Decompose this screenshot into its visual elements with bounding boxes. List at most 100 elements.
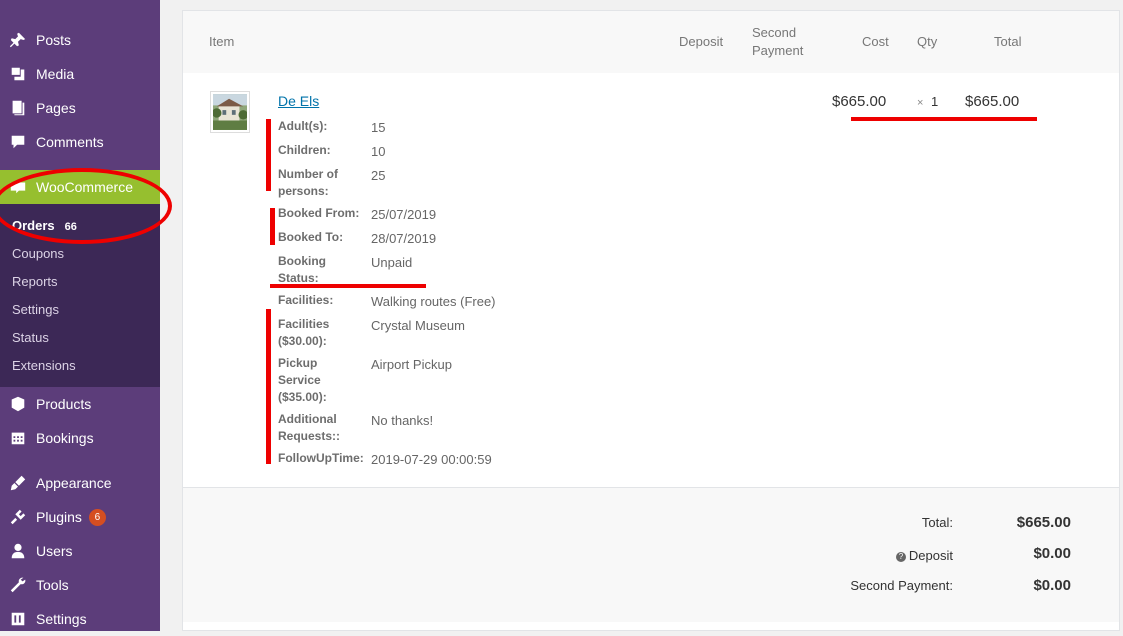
menu-bookings-label: Bookings xyxy=(36,430,94,446)
submenu-reports[interactable]: Reports xyxy=(12,274,58,289)
annotation-bar-extras xyxy=(266,309,271,464)
meta-requests-value: No thanks! xyxy=(371,413,434,428)
menu-bookings[interactable]: Bookings xyxy=(0,421,160,455)
menu-users[interactable]: Users xyxy=(0,534,160,568)
submenu-status[interactable]: Status xyxy=(12,330,49,345)
annotation-bar-dates xyxy=(270,208,275,245)
meta-facilities-paid-line1: Facilities xyxy=(278,317,330,331)
product-thumbnail[interactable] xyxy=(210,91,250,133)
meta-booking-status-line1: Booking xyxy=(278,254,326,268)
meta-adults-value: 15 xyxy=(371,120,386,135)
brush-icon xyxy=(0,474,36,492)
order-items-panel: Item Deposit Second Payment Cost Qty Tot… xyxy=(182,10,1120,631)
meta-pickup-line2: Service xyxy=(278,373,321,387)
menu-media-label: Media xyxy=(36,66,75,82)
menu-woocommerce[interactable]: WooCommerce xyxy=(0,170,160,204)
col-second-payment-line2: Payment xyxy=(752,43,804,58)
meta-booking-status-label: Booking Status: xyxy=(278,253,326,287)
menu-pages-label: Pages xyxy=(36,100,76,116)
meta-booked-from-value: 25/07/2019 xyxy=(371,207,437,222)
house-image xyxy=(213,94,247,130)
meta-booked-to-label: Booked To: xyxy=(278,230,344,244)
meta-pickup-label: Pickup Service ($35.00): xyxy=(278,355,327,406)
box-icon xyxy=(0,395,36,413)
meta-requests-line1: Additional xyxy=(278,412,337,426)
help-icon[interactable]: ? xyxy=(895,552,906,562)
deposit-value: $0.00 xyxy=(1033,545,1071,562)
plugin-icon xyxy=(0,508,36,526)
meta-facilities-paid-line2: ($30.00): xyxy=(278,334,327,348)
meta-booked-to-value: 28/07/2019 xyxy=(371,231,437,246)
meta-requests-line2: Requests:: xyxy=(278,429,341,443)
comment-icon xyxy=(0,133,36,151)
woocommerce-submenu: Orders 66 Coupons Reports Settings Status… xyxy=(0,204,160,387)
calendar-icon xyxy=(0,429,36,447)
meta-persons-label: Number of persons: xyxy=(278,166,338,200)
menu-media[interactable]: Media xyxy=(0,57,160,91)
meta-requests-label: Additional Requests:: xyxy=(278,411,340,445)
item-qty: 1 xyxy=(931,94,939,109)
menu-plugins[interactable]: Plugins 6 xyxy=(0,500,160,534)
menu-comments[interactable]: Comments xyxy=(0,125,160,159)
deposit-label: Deposit xyxy=(908,548,953,563)
menu-posts-label: Posts xyxy=(36,32,72,48)
order-items-header: Item Deposit Second Payment Cost Qty Tot… xyxy=(183,11,1119,73)
menu-plugins-label: Plugins xyxy=(36,509,82,525)
orders-count-badge: 66 xyxy=(64,221,77,233)
meta-facilities-paid-value: Crystal Museum xyxy=(371,318,465,333)
pages-icon xyxy=(0,99,36,117)
menu-comments-label: Comments xyxy=(36,134,104,150)
deposit-label-row: ? Deposit xyxy=(895,548,953,563)
meta-pickup-value: Airport Pickup xyxy=(371,357,452,372)
meta-persons-label-line2: persons: xyxy=(278,184,329,198)
item-total: $665.00 xyxy=(965,93,1020,110)
plugins-update-badge: 6 xyxy=(88,508,106,526)
submenu-coupons[interactable]: Coupons xyxy=(12,246,64,261)
meta-followup-label: FollowUpTime: xyxy=(278,451,364,465)
col-item: Item xyxy=(209,34,235,49)
order-totals: Total: $665.00 ? Deposit $0.00 Second Pay… xyxy=(183,487,1119,622)
user-icon xyxy=(0,542,36,560)
meta-persons-value: 25 xyxy=(371,168,386,183)
annotation-underline-price xyxy=(851,117,1037,121)
menu-tools[interactable]: Tools xyxy=(0,568,160,602)
col-deposit: Deposit xyxy=(679,34,724,49)
pushpin-icon xyxy=(0,31,36,49)
col-total: Total xyxy=(994,34,1022,49)
second-payment-value: $0.00 xyxy=(1033,577,1071,594)
menu-users-label: Users xyxy=(36,543,73,559)
submenu-settings[interactable]: Settings xyxy=(12,302,59,317)
meta-children-label: Children: xyxy=(278,143,331,157)
annotation-bar-guests xyxy=(266,119,271,191)
submenu-orders-label: Orders xyxy=(12,218,55,233)
product-link[interactable]: De Els xyxy=(278,93,319,109)
meta-children-value: 10 xyxy=(371,144,386,159)
menu-products-label: Products xyxy=(36,396,92,412)
total-value: $665.00 xyxy=(1016,514,1071,531)
media-icon xyxy=(0,65,36,83)
menu-appearance[interactable]: Appearance xyxy=(0,466,160,500)
submenu-extensions[interactable]: Extensions xyxy=(12,358,76,373)
meta-persons-label-line1: Number of xyxy=(278,167,338,181)
menu-tools-label: Tools xyxy=(36,577,69,593)
meta-pickup-line1: Pickup xyxy=(278,356,318,370)
item-cost: $665.00 xyxy=(832,93,887,110)
settings-icon xyxy=(0,610,36,628)
menu-woocommerce-label: WooCommerce xyxy=(36,179,133,195)
menu-appearance-label: Appearance xyxy=(36,475,112,491)
annotation-underline-status xyxy=(270,284,426,288)
meta-adults-label: Adult(s): xyxy=(278,119,328,133)
meta-followup-value: 2019-07-29 00:00:59 xyxy=(371,452,492,467)
qty-multiplier: × xyxy=(917,97,924,109)
meta-pickup-line3: ($35.00): xyxy=(278,390,327,404)
col-second-payment-line1: Second xyxy=(752,25,797,40)
meta-facilities-label: Facilities: xyxy=(278,293,334,307)
submenu-orders[interactable]: Orders 66 xyxy=(12,218,77,233)
total-label: Total: xyxy=(921,515,953,530)
meta-facilities-value: Walking routes (Free) xyxy=(371,294,496,309)
menu-pages[interactable]: Pages xyxy=(0,91,160,125)
menu-products[interactable]: Products xyxy=(0,387,160,421)
meta-booking-status-value: Unpaid xyxy=(371,255,413,270)
wrench-icon xyxy=(0,576,36,594)
menu-posts[interactable]: Posts xyxy=(0,23,160,57)
